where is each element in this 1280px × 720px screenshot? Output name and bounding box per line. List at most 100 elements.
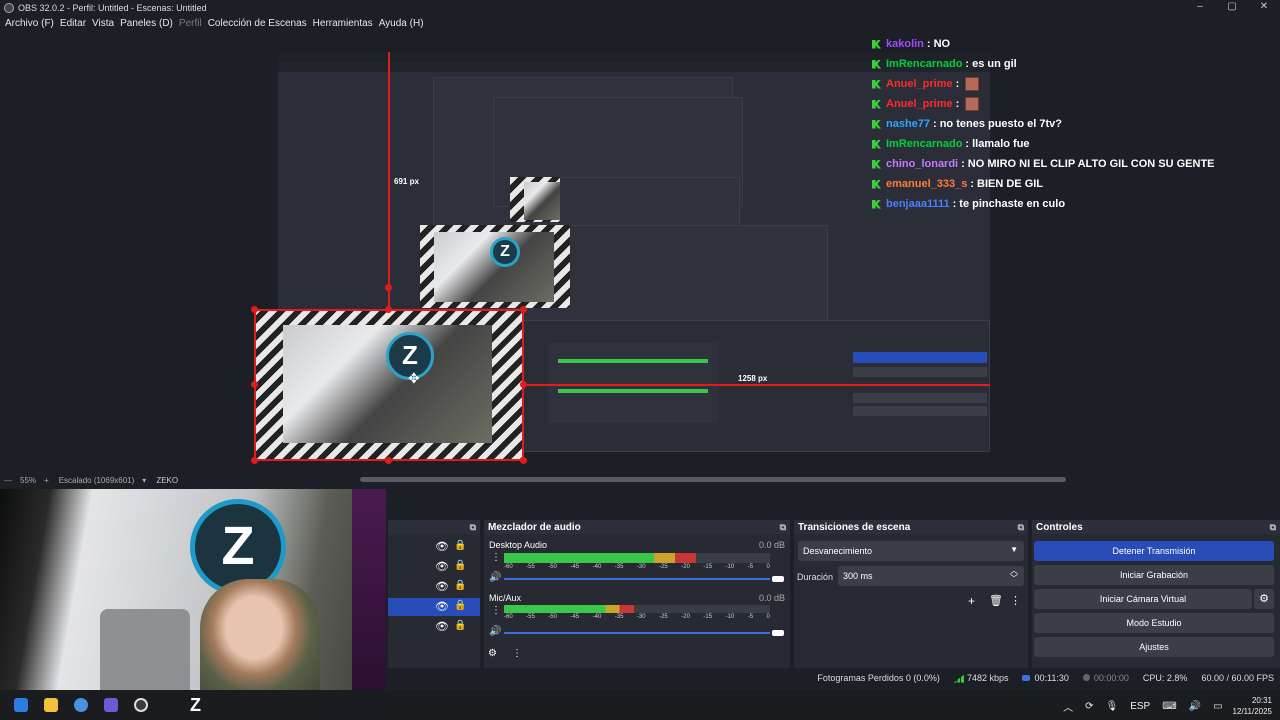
battery-icon[interactable]: ▭ (1213, 701, 1222, 712)
audio-mixer-dock: Mezclador de audio ⧉ Desktop Audio 0.0 d… (484, 520, 790, 668)
lock-icon[interactable]: 🔒 (454, 560, 466, 571)
menu-view[interactable]: Vista (92, 18, 114, 29)
source-row[interactable]: 👁 🔒 (388, 598, 480, 616)
lock-icon[interactable]: 🔒 (454, 620, 466, 631)
lock-icon[interactable]: 🔒 (454, 600, 466, 611)
menu-help[interactable]: Ayuda (H) (379, 18, 424, 29)
menu-file[interactable]: Archivo (F) (5, 18, 54, 29)
visibility-eye-icon[interactable]: 👁 (435, 600, 449, 613)
browser-icon[interactable] (74, 698, 88, 712)
virtual-camera-gear-icon[interactable]: ⚙ (1254, 589, 1274, 609)
volume-slider[interactable] (504, 578, 770, 580)
volume-meter (504, 605, 770, 613)
resize-handle-bottom[interactable] (385, 457, 392, 464)
resize-handle-bottom-right[interactable] (520, 457, 527, 464)
resize-handle-left[interactable] (251, 381, 258, 388)
kick-badge-icon (872, 119, 881, 129)
popout-icon[interactable]: ⧉ (1270, 522, 1276, 533)
menu-tools[interactable]: Herramientas (313, 18, 373, 29)
start-virtual-camera-button[interactable]: Iniciar Cámara Virtual (1034, 589, 1252, 609)
chat-text: llamalo fue (972, 138, 1030, 150)
network-icon[interactable]: ⌨ (1162, 701, 1176, 712)
lock-icon[interactable]: 🔒 (454, 540, 466, 551)
mixer-menu-icon[interactable]: ⋮ (512, 648, 522, 659)
settings-button[interactable]: Ajustes (1034, 637, 1274, 657)
obs-taskbar-icon[interactable] (134, 698, 148, 712)
chat-message: Anuel_prime: (872, 74, 1272, 94)
menu-edit[interactable]: Editar (60, 18, 86, 29)
nested-button (853, 393, 987, 403)
file-explorer-icon[interactable] (44, 698, 58, 712)
transition-menu-icon[interactable]: ⋮ (1010, 594, 1021, 607)
volume-slider-knob[interactable] (772, 576, 784, 582)
menu-docks[interactable]: Paneles (D) (120, 18, 173, 29)
source-row[interactable]: 👁 🔒 (388, 558, 480, 576)
add-transition-icon[interactable]: + (968, 594, 975, 608)
dropped-frames: Fotogramas Perdidos 0 (0.0%) (817, 673, 940, 683)
kick-badge-icon (872, 79, 881, 89)
resize-handle-bottom-left[interactable] (251, 457, 258, 464)
popout-icon[interactable]: ⧉ (780, 522, 786, 533)
kick-badge-icon (872, 99, 881, 109)
start-icon[interactable] (14, 698, 28, 712)
volume-slider-knob[interactable] (772, 630, 784, 636)
channel-menu-icon[interactable]: ⋮ (491, 552, 501, 563)
preview-horizontal-scrollbar[interactable] (360, 477, 1066, 482)
preview-canvas[interactable]: Z Z 691 px 1258 px ✥ kakolin: NO ImRencarn… (0, 32, 1270, 472)
resize-handle-top-left[interactable] (251, 306, 258, 313)
advanced-audio-gear-icon[interactable]: ⚙ (488, 648, 497, 659)
duration-field[interactable]: 300 ms ︿ ﹀ (838, 566, 1024, 586)
visibility-eye-icon[interactable]: 👁 (435, 580, 449, 593)
menu-profile: Perfil (178, 18, 202, 29)
volume-icon[interactable]: 🔊 (1189, 701, 1201, 712)
meter-tick-label: -5 (747, 564, 754, 570)
resize-handle-top-right[interactable] (520, 306, 527, 313)
clock[interactable]: 20:31 12/11/2025 (1233, 695, 1272, 717)
chevron-down-icon[interactable]: ▾ (142, 476, 146, 485)
discord-icon[interactable] (104, 698, 118, 712)
visibility-eye-icon[interactable]: 👁 (435, 620, 449, 633)
speaker-icon[interactable]: 🔊 (489, 626, 501, 637)
delete-transition-icon[interactable]: 🗑 (989, 594, 1003, 607)
transition-type-select[interactable]: Desvanecimiento ▼ (798, 541, 1024, 561)
lock-icon[interactable]: 🔒 (454, 580, 466, 591)
minimize-button[interactable]: – (1184, 0, 1216, 15)
zoom-out-button[interactable]: — (4, 476, 12, 485)
record-icon (1082, 674, 1090, 681)
refresh-icon[interactable]: ⟳ (1085, 701, 1093, 712)
audio-mixer-title: Mezclador de audio (488, 521, 581, 533)
source-row[interactable]: 👁 🔒 (388, 618, 480, 636)
microphone-icon[interactable]: 🎙 (1105, 701, 1118, 712)
clock-date: 12/11/2025 (1232, 707, 1272, 716)
start-recording-button[interactable]: Iniciar Grabación (1034, 565, 1274, 585)
source-row[interactable]: 👁 🔒 (388, 538, 480, 556)
window-titlebar: OBS 32.0.2 - Perfil: Untitled - Escenas:… (0, 0, 1280, 15)
scale-mode-select[interactable]: Escalado (1069x601) (59, 476, 135, 485)
studio-mode-button[interactable]: Modo Estudio (1034, 613, 1274, 633)
scene-transitions-dock: Transiciones de escena ⧉ Desvanecimiento… (794, 520, 1028, 668)
chevron-up-icon[interactable]: ︿ (1063, 699, 1073, 714)
close-button[interactable]: ✕ (1248, 0, 1280, 15)
language-indicator[interactable]: ESP (1130, 701, 1150, 712)
chat-username: ImRencarnado (886, 138, 963, 150)
channel-menu-icon[interactable]: ⋮ (491, 605, 501, 616)
stepper-arrows-icon[interactable]: ︿ ﹀ (1010, 567, 1018, 583)
zoom-in-button[interactable]: + (44, 476, 49, 485)
popout-icon[interactable]: ⧉ (1018, 522, 1024, 533)
source-row[interactable]: 👁 🔒 (388, 578, 480, 596)
chat-separator: : (952, 198, 957, 210)
selection-box[interactable] (254, 309, 524, 461)
menu-scene-collection[interactable]: Colección de Escenas (208, 18, 307, 29)
popout-icon[interactable]: ⧉ (470, 522, 476, 533)
meter-tick-label: -55 (526, 564, 535, 570)
visibility-eye-icon[interactable]: 👁 (435, 540, 449, 553)
speaker-icon[interactable]: 🔊 (489, 572, 501, 583)
volume-slider[interactable] (504, 632, 770, 634)
chat-text: es un gil (972, 58, 1017, 70)
visibility-eye-icon[interactable]: 👁 (435, 560, 449, 573)
channel-name: Mic/Aux (489, 593, 522, 603)
stop-stream-button[interactable]: Detener Transmisión (1034, 541, 1274, 561)
volume-meter-level (504, 605, 635, 613)
menu-bar: Archivo (F) Editar Vista Paneles (D) Per… (0, 15, 427, 32)
maximize-button[interactable]: ▢ (1216, 0, 1248, 15)
